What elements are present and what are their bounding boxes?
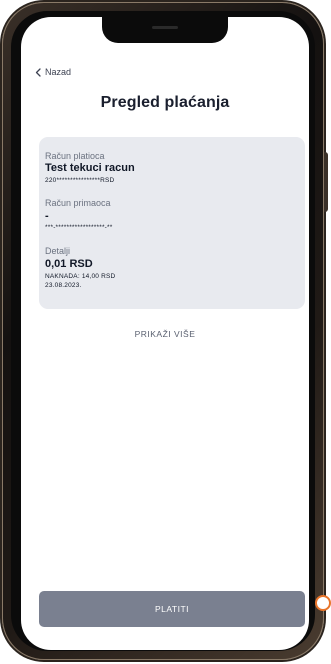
payer-account-name: Test tekuci racun xyxy=(45,162,135,174)
back-label: Nazad xyxy=(45,67,72,77)
payer-account-number: 220****************RSD xyxy=(45,177,115,184)
payment-date: 23.08.2023. xyxy=(45,282,82,289)
chevron-left-icon xyxy=(35,67,41,77)
app-screenshot: Nazad Pregled plaćanja Račun platioca Te… xyxy=(0,0,331,664)
floating-indicator[interactable] xyxy=(315,595,331,611)
pay-button[interactable]: PLATITI xyxy=(39,591,305,627)
page-title: Pregled plaćanja xyxy=(100,94,230,111)
phone-frame: Nazad Pregled plaćanja Račun platioca Te… xyxy=(2,2,328,660)
notch xyxy=(102,17,228,43)
payment-fee: NAKNADA: 14,00 RSD xyxy=(45,273,116,280)
power-button xyxy=(324,152,328,212)
phone-screen: Nazad Pregled plaćanja Račun platioca Te… xyxy=(21,17,309,650)
recipient-account-number: ***-******************-** xyxy=(45,224,113,231)
payer-account-label: Račun platioca xyxy=(45,151,105,161)
recipient-account-name: - xyxy=(45,210,49,222)
details-label: Detalji xyxy=(45,246,71,256)
speaker-grille xyxy=(152,26,178,29)
payment-amount: 0,01 RSD xyxy=(45,258,93,270)
show-more-link[interactable]: PRIKAŽI VIŠE xyxy=(21,329,309,339)
recipient-account-label: Račun primaoca xyxy=(45,198,111,208)
back-button[interactable]: Nazad xyxy=(35,67,71,77)
